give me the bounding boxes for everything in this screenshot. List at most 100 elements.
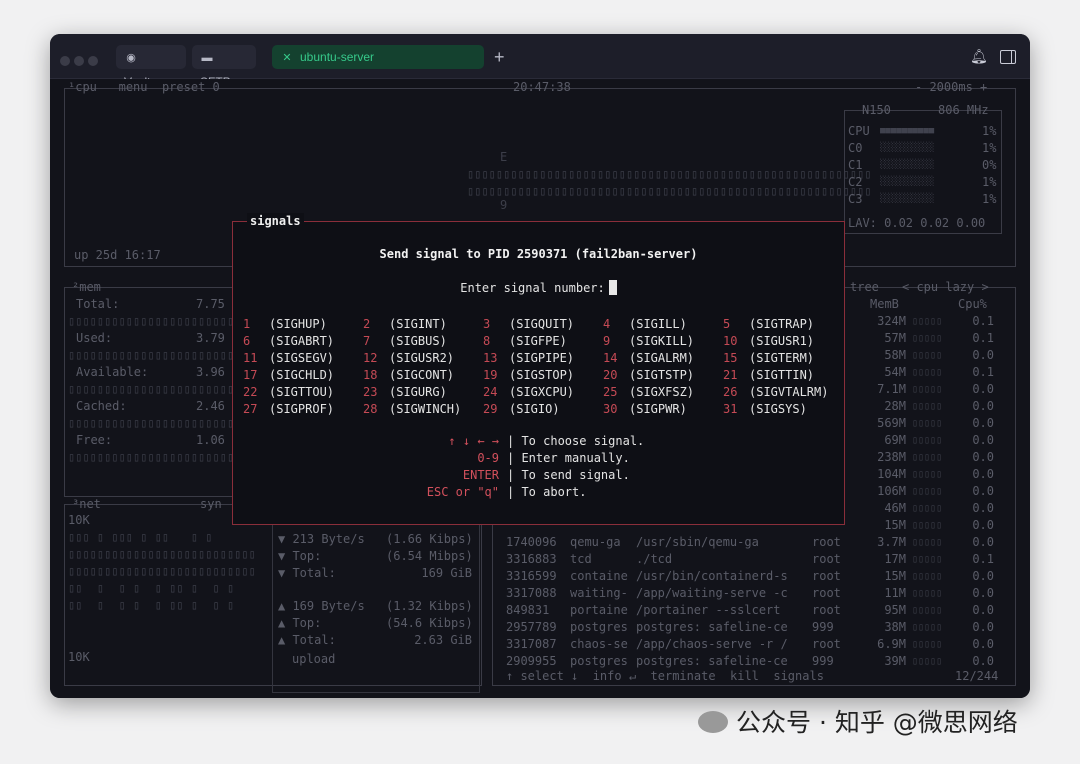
signal-option[interactable]: 27 (SIGPROF) xyxy=(243,401,361,418)
signal-option[interactable]: 7 (SIGBUS) xyxy=(363,333,481,350)
proc-sort-selector[interactable]: < cpu lazy > xyxy=(902,279,989,296)
signal-name: (SIGALRM) xyxy=(629,351,695,365)
proc-name: containe xyxy=(570,569,628,583)
signal-number: 12 xyxy=(363,351,378,365)
footer-info[interactable]: info ↵ xyxy=(593,669,636,683)
proc-cpu-graph: ▯▯▯▯▯ xyxy=(912,520,943,531)
signal-name: (SIGINT) xyxy=(389,317,447,331)
signal-option[interactable]: 3 (SIGQUIT) xyxy=(483,316,601,333)
signal-option[interactable]: 20 (SIGTSTP) xyxy=(603,367,721,384)
proc-tree-toggle[interactable]: tree xyxy=(850,279,879,296)
signal-input[interactable]: Enter signal number: xyxy=(233,280,844,297)
signal-option[interactable]: 26 (SIGVTALRM) xyxy=(723,384,841,401)
table-row[interactable]: 3317087 chaos-se/app/chaos-serve -r / root… xyxy=(506,636,1006,653)
proc-cpu: 0.0 xyxy=(972,603,994,617)
signal-option[interactable]: 24 (SIGXCPU) xyxy=(483,384,601,401)
terminal-area[interactable]: ¹cpu menu preset 0 20:47:38 - 2000ms + E… xyxy=(50,79,1030,698)
proc-cpu-graph: ▯▯▯▯▯ xyxy=(912,656,943,667)
proc-count: 12/244 xyxy=(955,669,999,683)
tab-ubuntu-server[interactable]: ✕ ubuntu-server xyxy=(272,45,484,69)
cpu-preset-label[interactable]: preset 0 xyxy=(162,80,220,94)
signal-option[interactable]: 19 (SIGSTOP) xyxy=(483,367,601,384)
cpu-model: N150 xyxy=(862,103,891,117)
col-mem-header[interactable]: MemB xyxy=(870,296,899,313)
tab-vaults[interactable]: ◉Vaults xyxy=(116,45,186,89)
proc-cpu-graph: ▯▯▯▯▯ xyxy=(912,537,943,548)
signal-option[interactable]: 17 (SIGCHLD) xyxy=(243,367,361,384)
signal-number: 20 xyxy=(603,368,618,382)
close-icon[interactable]: ✕ xyxy=(280,46,294,70)
table-row[interactable]: 2957789 postgres postgres: safeline-ce 999 3… xyxy=(506,619,1006,636)
signal-option[interactable]: 5 (SIGTRAP) xyxy=(723,316,841,333)
table-row[interactable]: 849831 portaine/portainer --sslcert root 95… xyxy=(506,602,1006,619)
signal-number: 25 xyxy=(603,385,618,399)
proc-cpu-graph: ▯▯▯▯▯ xyxy=(912,435,943,446)
signal-name: (SIGQUIT) xyxy=(509,317,575,331)
new-tab-button[interactable]: + xyxy=(494,45,505,69)
close-window-button[interactable] xyxy=(60,56,70,66)
footer-terminate[interactable]: terminate xyxy=(651,669,716,683)
footer-kill[interactable]: kill xyxy=(730,669,759,683)
proc-command: /portainer --sslcert xyxy=(636,603,781,617)
signal-number: 7 xyxy=(363,334,371,348)
proc-name: portaine xyxy=(570,603,628,617)
net-box-header: ³net xyxy=(72,497,101,511)
maximize-window-button[interactable] xyxy=(88,56,98,66)
proc-mem: 57M xyxy=(884,331,906,345)
proc-command: /usr/bin/containerd-s xyxy=(636,569,788,583)
signal-option[interactable]: 10 (SIGUSR1) xyxy=(723,333,841,350)
signal-option[interactable]: 6 (SIGABRT) xyxy=(243,333,361,350)
footer-select[interactable]: ↑ select ↓ xyxy=(506,669,578,683)
signal-option[interactable]: 30 (SIGPWR) xyxy=(603,401,721,418)
signal-number: 19 xyxy=(483,368,498,382)
core-label: C1 xyxy=(848,158,863,172)
signal-option[interactable]: 8 (SIGFPE) xyxy=(483,333,601,350)
sidebar-toggle-icon[interactable] xyxy=(1000,50,1016,64)
signal-name: (SIGPROF) xyxy=(269,402,335,416)
col-cpu-header[interactable]: Cpu% xyxy=(958,296,987,313)
tab-sftp[interactable]: ▬SFTP xyxy=(192,45,256,89)
signal-number: 29 xyxy=(483,402,498,416)
signal-option[interactable]: 25 (SIGXFSZ) xyxy=(603,384,721,401)
footer-signals[interactable]: signals xyxy=(773,669,824,683)
signal-number: 21 xyxy=(723,368,738,382)
table-row[interactable]: 3316883 tcd ./tcd root 17M ▯▯▯▯▯ 0.1 xyxy=(506,551,1006,568)
signal-option[interactable]: 28 (SIGWINCH) xyxy=(363,401,481,418)
proc-cpu: 0.1 xyxy=(972,314,994,328)
cpu-graph: ▯▯▯▯▯▯▯▯▯▯▯▯▯▯▯▯▯▯▯▯▯▯▯▯▯▯▯▯▯▯▯▯▯▯▯▯▯▯▯▯… xyxy=(467,167,872,198)
update-interval[interactable]: - 2000ms + xyxy=(915,79,987,96)
signal-option[interactable]: 18 (SIGCONT) xyxy=(363,367,481,384)
signal-option[interactable]: 14 (SIGALRM) xyxy=(603,350,721,367)
signal-number: 9 xyxy=(603,334,611,348)
signal-option[interactable]: 12 (SIGUSR2) xyxy=(363,350,481,367)
proc-mem: 324M xyxy=(877,314,906,328)
bell-icon[interactable]: 🔔︎ xyxy=(970,48,988,66)
net-sync-label[interactable]: syn xyxy=(200,496,222,513)
table-row[interactable]: 1740096 qemu-ga/usr/sbin/qemu-ga root 3.7M ▯… xyxy=(506,534,1006,551)
signal-option[interactable]: 23 (SIGURG) xyxy=(363,384,481,401)
proc-mem: 7.1M xyxy=(877,382,906,396)
signal-option[interactable]: 31 (SIGSYS) xyxy=(723,401,841,418)
signal-option[interactable]: 11 (SIGSEGV) xyxy=(243,350,361,367)
cpu-menu-label[interactable]: menu xyxy=(119,80,148,94)
signal-option[interactable]: 29 (SIGIO) xyxy=(483,401,601,418)
proc-cpu-graph: ▯▯▯▯▯ xyxy=(912,469,943,480)
proc-cpu: 0.0 xyxy=(972,450,994,464)
signal-option[interactable]: 2 (SIGINT) xyxy=(363,316,481,333)
minimize-window-button[interactable] xyxy=(74,56,84,66)
table-row[interactable]: 3317088 waiting- /app/waiting-serve -c root… xyxy=(506,585,1006,602)
table-row[interactable]: 3316599 containe/usr/bin/containerd-s root… xyxy=(506,568,1006,585)
help-text: | Enter manually. xyxy=(507,451,630,465)
proc-user: root xyxy=(812,535,841,549)
proc-cpu-graph: ▯▯▯▯▯ xyxy=(912,588,943,599)
signal-option[interactable]: 9 (SIGKILL) xyxy=(603,333,721,350)
signal-option[interactable]: 4 (SIGILL) xyxy=(603,316,721,333)
signal-option[interactable]: 21 (SIGTTIN) xyxy=(723,367,841,384)
signal-number: 26 xyxy=(723,385,738,399)
signal-option[interactable]: 1 (SIGHUP) xyxy=(243,316,361,333)
signal-option[interactable]: 22 (SIGTTOU) xyxy=(243,384,361,401)
signal-option[interactable]: 13 (SIGPIPE) xyxy=(483,350,601,367)
proc-cpu-graph: ▯▯▯▯▯ xyxy=(912,554,943,565)
signal-option[interactable]: 15 (SIGTERM) xyxy=(723,350,841,367)
proc-cpu-graph: ▯▯▯▯▯ xyxy=(912,622,943,633)
